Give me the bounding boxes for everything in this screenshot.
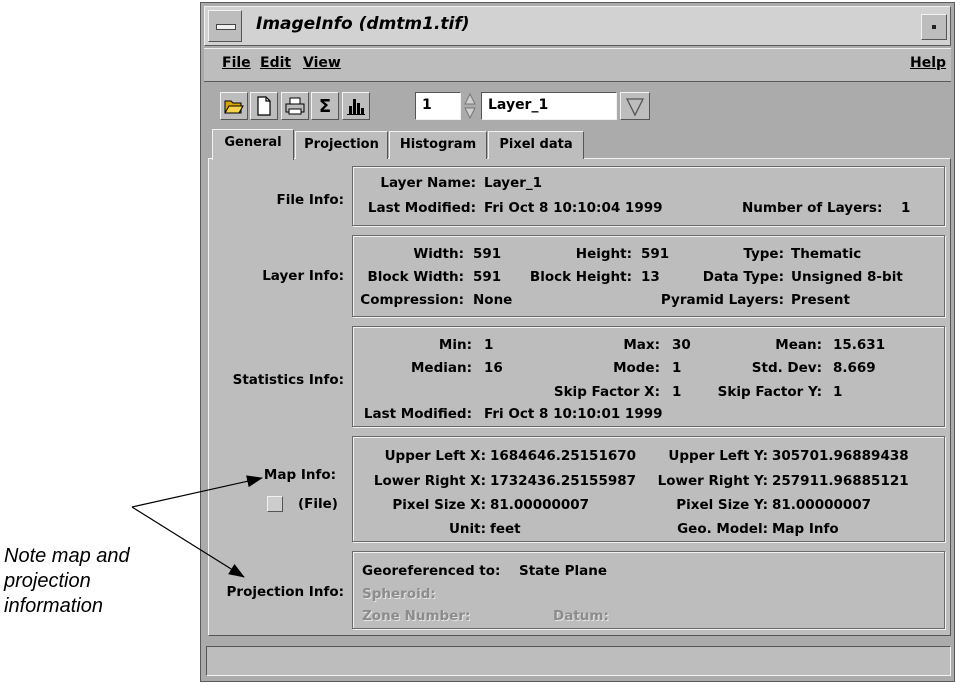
annotation-arrows-main: [131, 475, 263, 578]
tab-general[interactable]: General: [212, 129, 294, 160]
arrow-to-projection-section: [131, 506, 245, 578]
arrow-to-map-info-section: [131, 475, 263, 508]
